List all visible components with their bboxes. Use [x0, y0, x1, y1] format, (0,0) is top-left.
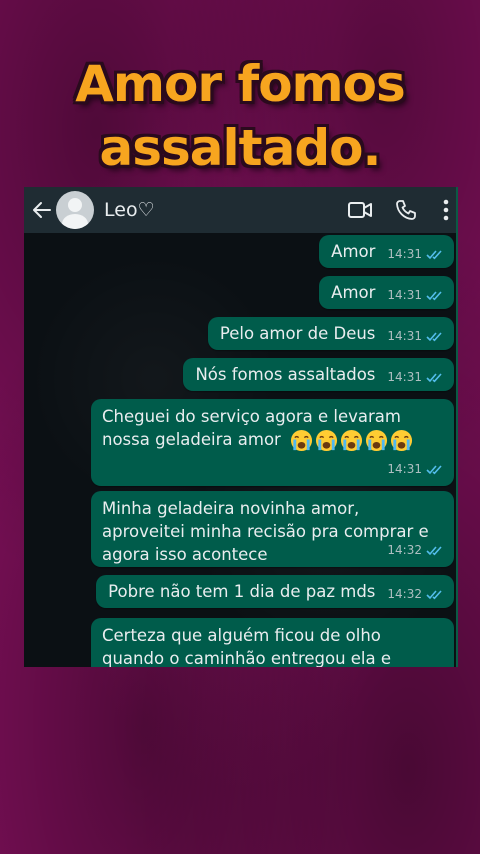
message-text: Minha geladeira novinha amor, aproveitei…: [102, 499, 429, 564]
double-check-icon: [426, 546, 442, 556]
crying-face-icon: [316, 429, 338, 452]
message-bubble[interactable]: Amor 14:31: [319, 276, 454, 309]
double-check-icon: [426, 373, 442, 383]
crying-face-icon: [391, 429, 413, 452]
chat-screenshot: Leo♡ Amor 14:31 Amor 14:31 Pelo amor de …: [24, 187, 458, 667]
message-text: Pelo amor de Deus: [219, 324, 376, 343]
crying-face-icon: [291, 429, 313, 452]
avatar[interactable]: [56, 191, 94, 229]
double-check-icon: [426, 332, 442, 342]
message-bubble[interactable]: Nós fomos assaltados 14:31: [183, 358, 454, 391]
message-meta: 14:31: [387, 325, 444, 348]
double-check-icon: [426, 250, 442, 260]
message-time: 14:31: [387, 370, 422, 384]
chat-header: Leo♡: [24, 187, 458, 233]
message-meta: 14:32: [387, 583, 444, 606]
message-time: 14:32: [387, 587, 422, 601]
message-text: Nós fomos assaltados: [195, 365, 376, 384]
message-text: Amor: [331, 242, 376, 261]
double-check-icon: [426, 465, 442, 475]
message-time: 14:31: [387, 288, 422, 302]
crying-face-icon: [366, 429, 388, 452]
message-text: Certeza que alguém ficou de olho quando …: [102, 626, 392, 667]
double-check-icon: [426, 291, 442, 301]
video-call-icon[interactable]: [346, 196, 374, 224]
headline-line-1: Amor fomos: [75, 55, 406, 113]
message-bubble[interactable]: Amor 14:31: [319, 235, 454, 268]
headline-line-2: assaltado.: [99, 119, 382, 177]
message-bubble[interactable]: Minha geladeira novinha amor, aproveitei…: [91, 491, 454, 567]
contact-name[interactable]: Leo♡: [104, 199, 346, 221]
arrow-left-icon[interactable]: [30, 198, 54, 222]
message-meta: 14:31: [387, 458, 444, 481]
message-time: 14:31: [387, 329, 422, 343]
message-meta: 14:31: [387, 366, 444, 389]
headline-caption: Amor fomos assaltado.: [0, 52, 480, 180]
message-bubble[interactable]: Certeza que alguém ficou de olho quando …: [91, 618, 454, 667]
more-vert-icon[interactable]: [438, 196, 454, 224]
message-time: 14:31: [387, 247, 422, 261]
message-bubble[interactable]: Pelo amor de Deus 14:31: [207, 317, 454, 350]
message-text: Pobre não tem 1 dia de paz mds: [108, 582, 376, 601]
message-meta: 14:31: [387, 243, 444, 266]
message-time: 14:31: [387, 462, 422, 476]
message-text: Amor: [331, 283, 376, 302]
crying-emoji-group: [290, 429, 413, 452]
message-time: 14:32: [387, 543, 422, 557]
message-meta: 14:31: [387, 284, 444, 307]
crying-face-icon: [341, 429, 363, 452]
double-check-icon: [426, 590, 442, 600]
message-meta: 14:32: [387, 539, 444, 562]
message-bubble[interactable]: Cheguei do serviço agora e levaram nossa…: [91, 399, 454, 486]
phone-call-icon[interactable]: [392, 196, 420, 224]
message-bubble[interactable]: Pobre não tem 1 dia de paz mds 14:32: [96, 575, 454, 608]
